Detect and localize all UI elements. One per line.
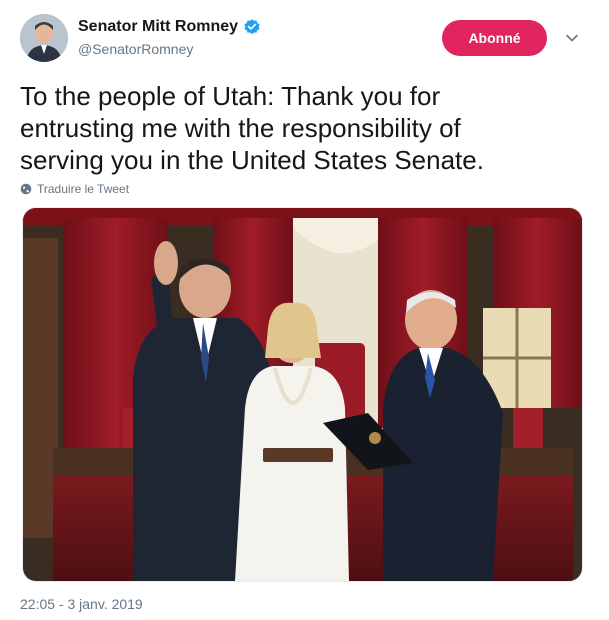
swearing-in-photo <box>23 208 582 581</box>
author-handle[interactable]: @SenatorRomney <box>78 41 261 57</box>
tweet-text: To the people of Utah: Thank you for ent… <box>20 80 580 176</box>
tweet-header: Senator Mitt Romney @SenatorRomney Abonn… <box>20 14 589 66</box>
avatar-image <box>20 14 68 62</box>
author-names: Senator Mitt Romney @SenatorRomney <box>78 18 261 57</box>
translate-tweet-link[interactable]: Traduire le Tweet <box>20 182 129 196</box>
author-display-name[interactable]: Senator Mitt Romney <box>78 18 238 36</box>
tweet-text-line: entrusting me with the responsibility of <box>20 113 461 143</box>
tweet-timestamp[interactable]: 22:05 - 3 janv. 2019 <box>20 596 143 612</box>
translate-label[interactable]: Traduire le Tweet <box>37 182 129 196</box>
verified-badge-icon <box>244 19 260 35</box>
globe-icon <box>20 183 32 195</box>
tweet-text-line: To the people of Utah: Thank you for <box>20 81 441 111</box>
tweet-text-line: serving you in the United States Senate. <box>20 145 484 175</box>
avatar[interactable] <box>20 14 68 62</box>
tweet-photo[interactable] <box>22 207 583 582</box>
following-button[interactable]: Abonné <box>442 20 547 56</box>
chevron-down-icon[interactable] <box>564 30 580 46</box>
author-name-row[interactable]: Senator Mitt Romney <box>78 18 261 36</box>
